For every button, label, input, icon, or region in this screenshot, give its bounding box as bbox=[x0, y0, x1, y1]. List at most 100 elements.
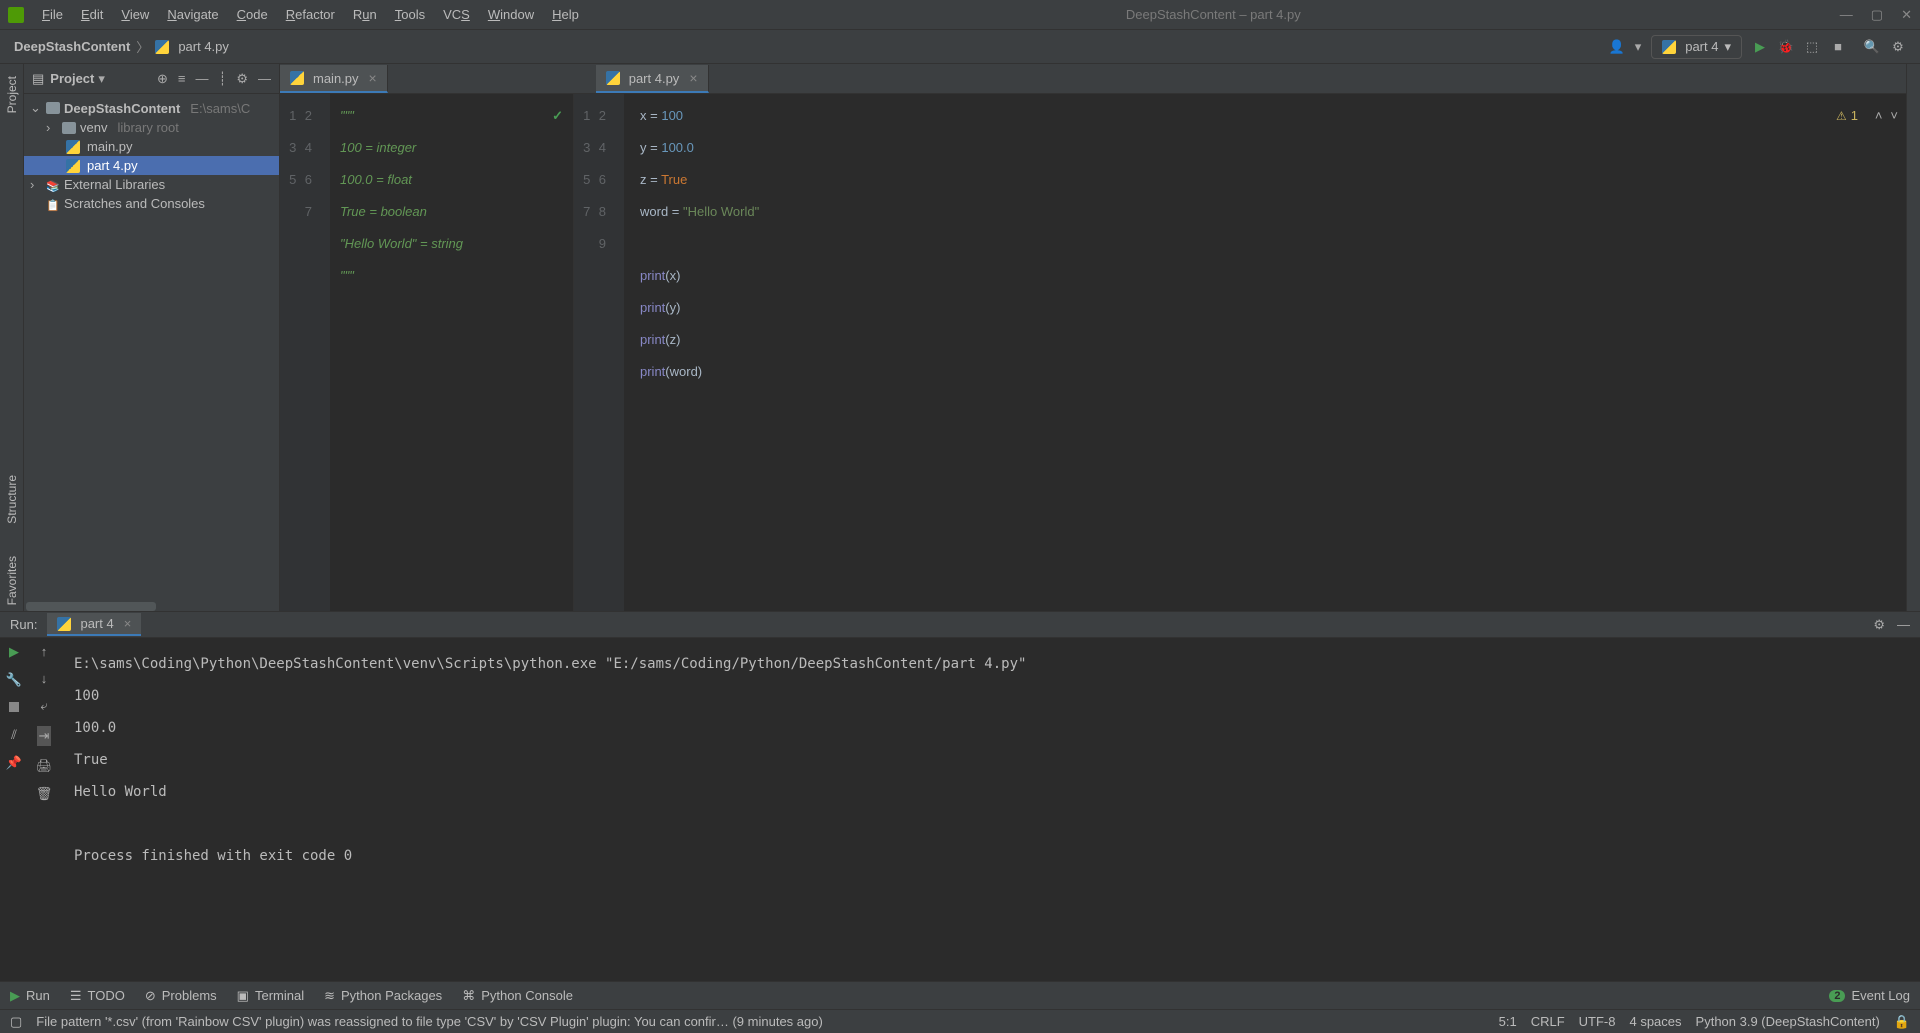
code-right[interactable]: ⚠1˄˅x = 100 y = 100.0 z = True word = "H… bbox=[624, 94, 1906, 611]
encoding[interactable]: UTF-8 bbox=[1579, 1014, 1616, 1029]
pin-icon[interactable]: 📌 bbox=[6, 755, 22, 771]
close-tab-icon[interactable]: × bbox=[689, 70, 697, 86]
bottom-python-console[interactable]: ⌘Python Console bbox=[462, 988, 573, 1004]
maximize-icon[interactable]: ▢ bbox=[1871, 7, 1883, 23]
indent[interactable]: 4 spaces bbox=[1629, 1014, 1681, 1029]
python-file-icon bbox=[66, 140, 80, 154]
chevron-down-icon[interactable]: ▾ bbox=[98, 71, 105, 87]
interpreter[interactable]: Python 3.9 (DeepStashContent) bbox=[1696, 1014, 1880, 1029]
tab-main-py[interactable]: main.py × bbox=[280, 65, 388, 93]
next-highlight-icon[interactable]: ˅ bbox=[1890, 100, 1898, 132]
editor-left[interactable]: 1 2 3 4 5 6 7 ✓""" 100 = integer 100.0 =… bbox=[280, 94, 574, 611]
close-tab-icon[interactable]: × bbox=[369, 70, 377, 86]
run-panel-header: Run: part 4 × ⚙ — bbox=[0, 612, 1920, 638]
caret-right-icon[interactable]: › bbox=[46, 120, 58, 135]
menu-refactor[interactable]: Refactor bbox=[278, 3, 343, 26]
wrench-icon[interactable]: 🔧 bbox=[6, 672, 22, 688]
close-tab-icon[interactable]: × bbox=[124, 616, 132, 631]
caret-down-icon[interactable]: ⌄ bbox=[30, 100, 42, 116]
run-tool-window: Run: part 4 × ⚙ — ▶ 🔧 ⫽ 📌 ↑ ↓ ⤶ ⇥ 🖨 🗑 E:… bbox=[0, 611, 1920, 981]
gear-icon[interactable]: ⚙ bbox=[236, 71, 248, 87]
warning-badge[interactable]: ⚠1 bbox=[1836, 100, 1858, 132]
prev-highlight-icon[interactable]: ˄ bbox=[1875, 100, 1883, 132]
breadcrumb-project[interactable]: DeepStashContent bbox=[14, 39, 130, 54]
project-header: ▤ Project ▾ ⊕ ≡ — ┊ ⚙ — bbox=[24, 64, 279, 94]
lock-icon[interactable]: 🔒 bbox=[1894, 1014, 1910, 1030]
tree-file-part4[interactable]: part 4.py bbox=[24, 156, 279, 175]
menu-help[interactable]: Help bbox=[544, 3, 587, 26]
tree-venv[interactable]: › venv library root bbox=[24, 118, 279, 137]
search-icon[interactable]: 🔍 bbox=[1864, 39, 1880, 55]
bottom-python-packages[interactable]: ≋Python Packages bbox=[324, 988, 442, 1004]
tree-file-main[interactable]: main.py bbox=[24, 137, 279, 156]
console-output[interactable]: E:\sams\Coding\Python\DeepStashContent\v… bbox=[60, 638, 1920, 981]
up-icon[interactable]: ↑ bbox=[41, 644, 48, 659]
right-tool-rail bbox=[1906, 64, 1920, 611]
rerun-icon[interactable]: ▶ bbox=[9, 644, 19, 660]
code-left[interactable]: ✓""" 100 = integer 100.0 = float True = … bbox=[330, 94, 573, 611]
run-tab-label: part 4 bbox=[80, 616, 113, 631]
tree-ext-libs[interactable]: › External Libraries bbox=[24, 175, 279, 194]
status-icon[interactable]: ▢ bbox=[10, 1014, 22, 1030]
debug-icon[interactable]: 🐞 bbox=[1778, 39, 1794, 55]
down-icon[interactable]: ↓ bbox=[41, 671, 48, 686]
bottom-todo[interactable]: ☰TODO bbox=[70, 988, 125, 1004]
bottom-terminal[interactable]: ▣Terminal bbox=[237, 988, 304, 1004]
run-tab[interactable]: part 4 × bbox=[47, 613, 141, 636]
scratches-icon bbox=[46, 197, 60, 211]
menu-tools[interactable]: Tools bbox=[387, 3, 433, 26]
layout-icon[interactable]: ⫽ bbox=[11, 727, 17, 743]
chevron-down-icon[interactable]: ▾ bbox=[1635, 39, 1642, 55]
menu-code[interactable]: Code bbox=[229, 3, 276, 26]
rail-favorites[interactable]: Favorites bbox=[5, 550, 19, 611]
stop-icon[interactable]: ■ bbox=[1830, 39, 1846, 55]
status-message[interactable]: File pattern '*.csv' (from 'Rainbow CSV'… bbox=[36, 1014, 1484, 1029]
menu-view[interactable]: View bbox=[113, 3, 157, 26]
hide-icon[interactable]: — bbox=[258, 71, 271, 87]
tree-root[interactable]: ⌄ DeepStashContent E:\sams\C bbox=[24, 98, 279, 118]
hide-icon[interactable]: — bbox=[1897, 617, 1910, 633]
line-separator[interactable]: CRLF bbox=[1531, 1014, 1565, 1029]
bottom-run[interactable]: ▶Run bbox=[10, 988, 50, 1004]
menu-window[interactable]: Window bbox=[480, 3, 542, 26]
python-file-icon bbox=[290, 71, 304, 85]
tab-part4-py[interactable]: part 4.py × bbox=[596, 65, 709, 93]
soft-wrap-icon[interactable]: ⤶ bbox=[40, 698, 47, 714]
library-icon bbox=[46, 178, 60, 192]
project-icon: ▤ bbox=[32, 71, 44, 87]
collapse-all-icon[interactable]: — bbox=[196, 71, 209, 87]
project-title[interactable]: Project bbox=[50, 71, 94, 86]
menu-navigate[interactable]: Navigate bbox=[159, 3, 226, 26]
rail-project[interactable]: Project bbox=[5, 70, 19, 119]
tree-scratches[interactable]: Scratches and Consoles bbox=[24, 194, 279, 213]
locate-icon[interactable]: ⊕ bbox=[157, 71, 168, 87]
settings-icon[interactable]: ⚙ bbox=[1890, 39, 1906, 55]
gear-icon[interactable]: ⚙ bbox=[1873, 617, 1885, 633]
caret-right-icon[interactable]: › bbox=[30, 177, 42, 192]
gutter-left: 1 2 3 4 5 6 7 bbox=[280, 94, 330, 611]
close-icon[interactable]: ✕ bbox=[1901, 7, 1912, 23]
menu-file[interactable]: File bbox=[34, 3, 71, 26]
breadcrumb[interactable]: DeepStashContent 〉 part 4.py bbox=[14, 37, 229, 56]
menu-vcs[interactable]: VCS bbox=[435, 3, 478, 26]
editor-right[interactable]: 1 2 3 4 5 6 7 8 9 ⚠1˄˅x = 100 y = 100.0 … bbox=[574, 94, 1906, 611]
scroll-end-icon[interactable]: ⇥ bbox=[37, 726, 52, 746]
stop-icon[interactable] bbox=[9, 700, 19, 715]
menu-edit[interactable]: Edit bbox=[73, 3, 111, 26]
run-icon[interactable]: ▶ bbox=[1752, 39, 1768, 55]
bottom-event-log[interactable]: 2 Event Log bbox=[1829, 988, 1910, 1003]
expand-all-icon[interactable]: ≡ bbox=[178, 71, 186, 87]
menu-run[interactable]: Run bbox=[345, 3, 385, 26]
bottom-problems[interactable]: ⊘Problems bbox=[145, 988, 217, 1004]
user-icon[interactable] bbox=[1609, 39, 1625, 55]
run-config-selector[interactable]: part 4 ▾ bbox=[1651, 35, 1742, 59]
print-icon[interactable]: 🖨 bbox=[36, 758, 53, 774]
coverage-icon[interactable]: ⬚ bbox=[1804, 39, 1820, 55]
caret-position[interactable]: 5:1 bbox=[1499, 1014, 1517, 1029]
breadcrumb-file[interactable]: part 4.py bbox=[178, 39, 229, 54]
python-file-icon bbox=[1662, 40, 1676, 54]
rail-structure[interactable]: Structure bbox=[5, 469, 19, 530]
clear-icon[interactable]: 🗑 bbox=[36, 786, 53, 802]
horizontal-scrollbar[interactable] bbox=[26, 602, 156, 611]
minimize-icon[interactable]: — bbox=[1840, 7, 1853, 23]
